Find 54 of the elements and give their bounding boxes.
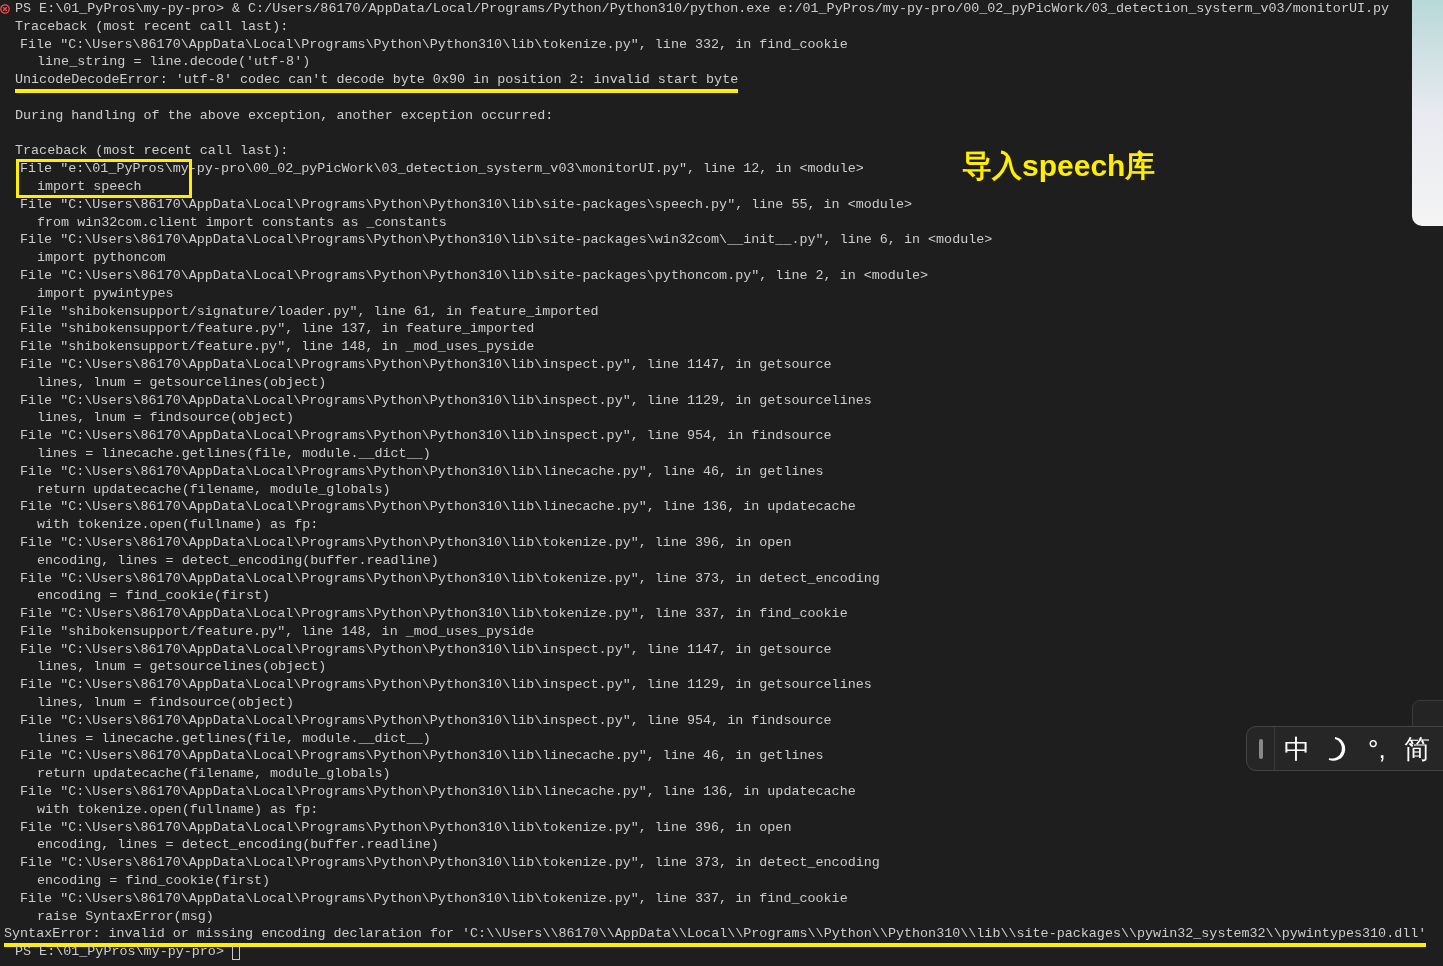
code-line: lines = linecache.getlines(file, module.__dict__)	[37, 730, 431, 746]
traceback-frame-line: File "C:\Users\86170\AppData\Local\Programs\Python\Python310\lib\inspect.py", line 954, in findsource	[20, 712, 832, 728]
ime-mode-button[interactable]: 中	[1275, 733, 1319, 764]
traceback-frame-line: File "C:\Users\86170\AppData\Local\Programs\Python\Python310\lib\site-packages\win32com\__init__.py", line 6, in <module>	[20, 232, 993, 248]
drag-handle[interactable]	[1258, 738, 1263, 759]
traceback-frame-line: File "C:\Users\86170\AppData\Local\Programs\Python\Python310\lib\inspect.py", line 954, in findsource	[20, 428, 832, 444]
code-line: import pywintypes	[37, 285, 174, 301]
code-line: encoding, lines = detect_encoding(buffer.readline)	[37, 552, 439, 568]
code-line: import speech	[37, 178, 142, 194]
annotation-label: 导入speech库	[960, 148, 1158, 184]
traceback-frame-line: File "shibokensupport/feature.py", line 148, in _mod_uses_pyside	[20, 623, 535, 639]
traceback-frame-line: File "C:\Users\86170\AppData\Local\Programs\Python\Python310\lib\inspect.py", line 1129, in getsourcelines	[20, 677, 872, 693]
traceback-frame-line: File "shibokensupport/feature.py", line 148, in _mod_uses_pyside	[20, 339, 535, 355]
traceback-frame-line: File "C:\Users\86170\AppData\Local\Programs\Python\Python310\lib\tokenize.py", line 396, in open	[20, 819, 792, 835]
traceback-frame-line: File "C:\Users\86170\AppData\Local\Programs\Python\Python310\lib\inspect.py", line 1147, in getsource	[20, 356, 832, 372]
ime-mode-button[interactable]: °,	[1359, 733, 1395, 764]
traceback-frame-line: File "C:\Users\86170\AppData\Local\Programs\Python\Python310\lib\tokenize.py", line 337, in find_cookie	[20, 606, 848, 622]
prompt-line: PS E:\01_PyPros\my-py-pro> & C:/Users/86170/AppData/Local/Programs/Python/Python310/python.exe e:/01_PyPros/my-py-pro/00_02_pyPicWork/03_detection_systerm_v03/monitorUI.py	[15, 0, 1390, 18]
ime-mode-button[interactable]: 简	[1394, 733, 1439, 764]
code-line: lines, lnum = findsource(object)	[37, 695, 295, 711]
code-line: raise SyntaxError(msg)	[37, 908, 214, 924]
code-line: from win32com.client import constants as _constants	[37, 214, 447, 230]
traceback-frame-line: File "C:\Users\86170\AppData\Local\Programs\Python\Python310\lib\linecache.py", line 46, in getlines	[20, 463, 824, 479]
error-message: UnicodeDecodeError: 'utf-8' codec can't decode byte 0x90 in position 2: invalid start byte	[15, 71, 739, 94]
traceback-frame-line: File "C:\Users\86170\AppData\Local\Programs\Python\Python310\lib\linecache.py", line 136, in updatecache	[20, 499, 856, 515]
traceback-frame-line: File "C:\Users\86170\AppData\Local\Programs\Python\Python310\lib\site-packages\pythoncom.py", line 2, in <module>	[20, 267, 929, 283]
code-line: encoding, lines = detect_encoding(buffer.readline)	[37, 837, 439, 853]
code-line: with tokenize.open(fullname) as fp:	[37, 517, 319, 533]
traceback-frame-line: File "C:\Users\86170\AppData\Local\Programs\Python\Python310\lib\linecache.py", line 136, in updatecache	[20, 784, 856, 800]
code-line: lines, lnum = getsourcelines(object)	[37, 374, 327, 390]
code-line: encoding = find_cookie(first)	[37, 873, 271, 889]
traceback-frame-line: File "shibokensupport/signature/loader.py", line 61, in feature_imported	[20, 303, 599, 319]
output-line: Traceback (most recent call last):	[15, 18, 289, 34]
traceback-frame-line: File "C:\Users\86170\AppData\Local\Programs\Python\Python310\lib\tokenize.py", line 332, in find_cookie	[20, 36, 848, 52]
output-line: During handling of the above exception, another exception occurred:	[15, 107, 554, 123]
traceback-frame-line: File "C:\Users\86170\AppData\Local\Programs\Python\Python310\lib\site-packages\speech.py", line 55, in <module>	[20, 196, 912, 212]
code-line: line_string = line.decode('utf-8')	[37, 54, 311, 70]
traceback-frame-line: File "C:\Users\86170\AppData\Local\Programs\Python\Python310\lib\tokenize.py", line 373, in detect_encoding	[20, 855, 880, 871]
code-line: with tokenize.open(fullname) as fp:	[37, 801, 319, 817]
code-line: lines = linecache.getlines(file, module.__dict__)	[37, 445, 431, 461]
traceback-frame-line: File "shibokensupport/feature.py", line 137, in feature_imported	[20, 321, 535, 337]
code-line: return updatecache(filename, module_globals)	[37, 766, 391, 782]
traceback-frame-line: File "C:\Users\86170\AppData\Local\Programs\Python\Python310\lib\inspect.py", line 1147, in getsource	[20, 641, 832, 657]
code-line: encoding = find_cookie(first)	[37, 588, 271, 604]
code-line: import pythoncom	[37, 250, 166, 266]
traceback-frame-line: File "C:\Users\86170\AppData\Local\Programs\Python\Python310\lib\tokenize.py", line 396, in open	[20, 534, 792, 550]
output-line: Traceback (most recent call last):	[15, 143, 289, 159]
traceback-frame-line: File "C:\Users\86170\AppData\Local\Programs\Python\Python310\lib\tokenize.py", line 337, in find_cookie	[20, 890, 848, 906]
code-line: return updatecache(filename, module_globals)	[37, 481, 391, 497]
traceback-frame-line: File "C:\Users\86170\AppData\Local\Programs\Python\Python310\lib\tokenize.py", line 373, in detect_encoding	[20, 570, 880, 586]
code-line: lines, lnum = getsourcelines(object)	[37, 659, 327, 675]
traceback-frame-line: File "C:\Users\86170\AppData\Local\Programs\Python\Python310\lib\linecache.py", line 46, in getlines	[20, 748, 824, 764]
traceback-frame-line: File "C:\Users\86170\AppData\Local\Programs\Python\Python310\lib\inspect.py", line 1129, in getsourcelines	[20, 392, 872, 408]
code-line: lines, lnum = findsource(object)	[37, 410, 295, 426]
